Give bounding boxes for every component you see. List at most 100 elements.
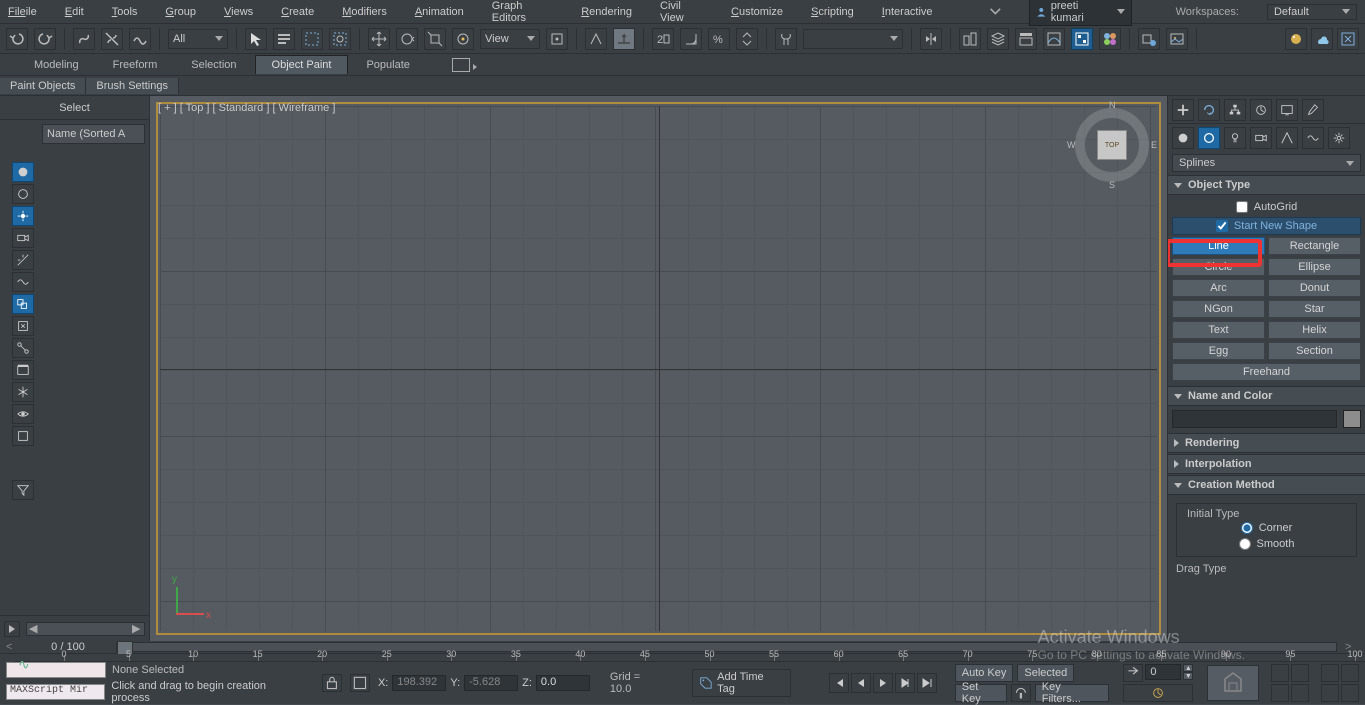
donut-button[interactable]: Donut [1268, 279, 1361, 297]
filter-geometry-icon[interactable] [12, 162, 34, 182]
freehand-button[interactable]: Freehand [1172, 363, 1361, 381]
move-button[interactable] [368, 28, 390, 50]
named-sel-combo[interactable] [803, 29, 903, 49]
render-setup-button[interactable] [1138, 28, 1160, 50]
initial-smooth-radio[interactable]: Smooth [1183, 536, 1350, 552]
menu-group[interactable]: GGrouproup [165, 6, 196, 18]
scale-button[interactable] [424, 28, 446, 50]
overflow-icon[interactable] [989, 5, 1002, 19]
mirror-button[interactable] [920, 28, 942, 50]
redo-button[interactable] [34, 28, 56, 50]
rotate-button[interactable] [396, 28, 418, 50]
time-slider[interactable] [116, 642, 1337, 652]
rollout-object-type[interactable]: Object Type [1168, 175, 1365, 195]
rollout-creation-method[interactable]: Creation Method [1168, 475, 1365, 495]
tab-modeling[interactable]: Modeling [18, 56, 95, 74]
undo-button[interactable] [6, 28, 28, 50]
menu-views[interactable]: VViewsiews [224, 6, 253, 18]
window-crossing-button[interactable] [329, 28, 351, 50]
pan-view-button[interactable] [1271, 664, 1289, 682]
tab-selection[interactable]: Selection [175, 56, 252, 74]
filter-xrefs-icon[interactable] [12, 316, 34, 336]
text-button[interactable]: Text [1172, 321, 1265, 339]
signed-in-user[interactable]: preeti kumari [1029, 0, 1131, 26]
pivot-center-button[interactable] [546, 28, 568, 50]
cat-systems-icon[interactable] [1328, 127, 1350, 149]
percent-snap-button[interactable]: % [708, 28, 730, 50]
tab-motion-icon[interactable] [1250, 99, 1272, 121]
min-max-toggle-button[interactable] [1341, 684, 1359, 702]
current-frame[interactable]: 0 [1145, 664, 1181, 680]
tab-create-icon[interactable] [1172, 99, 1194, 121]
link-button[interactable] [73, 28, 95, 50]
loop-mode-icon[interactable] [1123, 664, 1143, 682]
keyboard-shortcut-toggle[interactable] [613, 28, 635, 50]
viewport[interactable]: [ + ] [ Top ] [ Standard ] [ Wireframe ]… [150, 96, 1167, 641]
name-column-header[interactable]: Name (Sorted A [42, 124, 145, 144]
menu-edit[interactable]: EEditdit [65, 6, 84, 18]
tab-object-paint[interactable]: Object Paint [255, 55, 349, 74]
tab-hierarchy-icon[interactable] [1224, 99, 1246, 121]
x-field[interactable]: 198.392 [392, 675, 446, 691]
select-by-name-button[interactable] [273, 28, 295, 50]
menu-create[interactable]: CCreatereate [281, 6, 314, 18]
fov-button[interactable] [1321, 664, 1339, 682]
workspace-select[interactable]: Default [1267, 4, 1357, 20]
time-slider-start-icon[interactable]: < [6, 641, 20, 653]
scene-explorer-expand[interactable] [4, 621, 20, 637]
zoom-extents-button[interactable] [1341, 664, 1359, 682]
filter-shapes-icon[interactable] [12, 184, 34, 204]
initial-corner-radio[interactable]: Corner [1183, 520, 1350, 536]
helix-button[interactable]: Helix [1268, 321, 1361, 339]
render-in-cloud-button[interactable] [1311, 28, 1333, 50]
cat-spacewarps-icon[interactable] [1302, 127, 1324, 149]
filter-bone-icon[interactable] [12, 338, 34, 358]
ellipse-button[interactable]: Ellipse [1268, 258, 1361, 276]
render-button[interactable] [1285, 28, 1307, 50]
orbit-view-button[interactable] [1271, 684, 1289, 702]
rollout-rendering[interactable]: Rendering [1168, 433, 1365, 453]
autogrid-checkbox[interactable]: AutoGrid [1172, 199, 1361, 215]
material-editor-button[interactable] [1099, 28, 1121, 50]
tab-populate[interactable]: Populate [350, 56, 425, 74]
time-ruler[interactable]: ∿ 05101520253035404550556065707580859095… [14, 654, 1365, 662]
menu-animation[interactable]: AAnimationnimation [415, 6, 464, 18]
subcategory-combo[interactable]: Splines [1172, 154, 1361, 172]
play-button[interactable] [873, 673, 893, 693]
menu-interactive[interactable]: IInteractiventeractive [882, 6, 933, 18]
tab-display-icon[interactable] [1276, 99, 1298, 121]
zoom-region-button[interactable] [1321, 684, 1339, 702]
snap-toggle-2d[interactable]: 2 [652, 28, 674, 50]
manipulate-button[interactable] [585, 28, 607, 50]
menu-tools[interactable]: TToolsools [112, 6, 138, 18]
unlink-button[interactable] [101, 28, 123, 50]
menu-scripting[interactable]: SScriptingcripting [811, 6, 854, 18]
ref-coord-system[interactable]: View [480, 29, 540, 49]
filter-spacewarps-icon[interactable] [12, 272, 34, 292]
placement-button[interactable] [452, 28, 474, 50]
tab-modify-icon[interactable] [1198, 99, 1220, 121]
rollout-name-and-color[interactable]: Name and Color [1168, 386, 1365, 406]
bind-space-button[interactable] [129, 28, 151, 50]
schematic-view-button[interactable] [1071, 28, 1093, 50]
egg-button[interactable]: Egg [1172, 342, 1265, 360]
cat-lights-icon[interactable] [1224, 127, 1246, 149]
filter-containers-icon[interactable] [12, 360, 34, 380]
isolate-selection-button[interactable] [1207, 665, 1259, 701]
viewcube[interactable]: TOP N S E W [1067, 100, 1157, 190]
filter-cameras-icon[interactable] [12, 228, 34, 248]
object-color-swatch[interactable] [1343, 410, 1361, 428]
filter-lights-icon[interactable] [12, 206, 34, 226]
sub-paint-objects[interactable]: Paint Objects [0, 78, 86, 94]
angle-snap-button[interactable] [680, 28, 702, 50]
cat-geometry-icon[interactable] [1172, 127, 1194, 149]
menu-customize[interactable]: CCustomizeustomize [731, 6, 783, 18]
region-rect-button[interactable] [301, 28, 323, 50]
set-key-button[interactable]: Set Key [955, 684, 1007, 702]
goto-end-button[interactable] [917, 673, 937, 693]
zoom-view-button[interactable] [1291, 664, 1309, 682]
toggle-ribbon-button[interactable] [1015, 28, 1037, 50]
key-filters-icon[interactable] [1011, 684, 1031, 702]
cat-helpers-icon[interactable] [1276, 127, 1298, 149]
maxscript-mini-listener[interactable]: MAXScript Mir [6, 684, 105, 700]
